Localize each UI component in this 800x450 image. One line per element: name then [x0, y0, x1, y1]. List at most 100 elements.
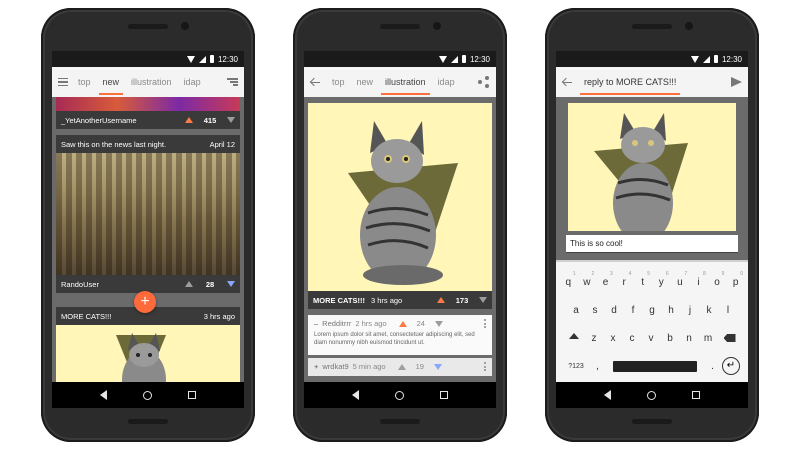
comment-username[interactable]: Redditrrr	[322, 319, 351, 328]
key-h[interactable]: h	[662, 305, 681, 316]
downvote-icon[interactable]	[227, 281, 235, 287]
key-d[interactable]: d	[605, 305, 624, 316]
comment-body: Lorem ipsum dolor sit amet, consectetuer…	[314, 332, 475, 346]
upvote-icon[interactable]	[185, 281, 193, 287]
recents-icon[interactable]	[188, 391, 196, 399]
upvote-icon[interactable]	[185, 117, 193, 123]
post-image[interactable]	[56, 97, 240, 111]
share-icon[interactable]	[478, 76, 490, 88]
key-o[interactable]: 9o	[708, 271, 727, 288]
downvote-icon[interactable]	[479, 297, 487, 303]
upvote-icon[interactable]	[437, 297, 445, 303]
upvote-icon[interactable]	[398, 320, 407, 327]
key-n[interactable]: n	[680, 333, 699, 344]
key-s[interactable]: s	[586, 305, 605, 316]
key-g[interactable]: g	[643, 305, 662, 316]
post-card[interactable]: Saw this on the news last night. April 1…	[56, 135, 240, 293]
phone-frame-1: 12:30 top new illustration idap _YetAnot…	[41, 8, 255, 442]
post-image[interactable]	[56, 325, 240, 382]
key-p[interactable]: 0p	[726, 271, 745, 288]
key-u[interactable]: 7u	[671, 271, 690, 288]
wifi-icon	[690, 55, 699, 63]
key-v[interactable]: v	[642, 333, 661, 344]
home-icon[interactable]	[395, 390, 404, 400]
menu-icon[interactable]	[58, 78, 68, 86]
status-bar: 12:30	[556, 51, 748, 67]
downvote-icon[interactable]	[434, 320, 443, 327]
back-arrow-icon[interactable]	[562, 77, 572, 87]
key-k[interactable]: k	[700, 305, 719, 316]
send-icon[interactable]	[731, 77, 742, 87]
key-l[interactable]: l	[719, 305, 738, 316]
key-i[interactable]: 8i	[689, 271, 708, 288]
status-time: 12:30	[721, 54, 742, 64]
post-image[interactable]	[56, 153, 240, 275]
tab-top[interactable]: top	[326, 67, 351, 97]
tab-new[interactable]: new	[97, 67, 126, 97]
collapse-icon[interactable]: –	[314, 319, 318, 328]
tab-new[interactable]: new	[351, 67, 380, 97]
screen-feed: 12:30 top new illustration idap _YetAnot…	[52, 51, 244, 408]
status-bar: 12:30	[52, 51, 244, 67]
more-icon[interactable]	[484, 319, 486, 328]
key-m[interactable]: m	[699, 333, 718, 344]
shift-key-icon[interactable]	[568, 333, 579, 339]
enter-key[interactable]: ↵	[722, 357, 740, 375]
home-icon[interactable]	[143, 390, 152, 400]
key-c[interactable]: c	[623, 333, 642, 344]
downvote-icon[interactable]	[227, 117, 235, 123]
back-icon[interactable]	[352, 390, 359, 400]
keyboard-row: z x c v b n m	[559, 324, 745, 352]
key-y[interactable]: 6y	[652, 271, 671, 288]
tab-illustration[interactable]: illustration	[125, 67, 178, 97]
app-bar: top new illustration idap	[304, 67, 496, 97]
back-icon[interactable]	[100, 390, 107, 400]
space-bar[interactable]	[613, 360, 697, 372]
post-card[interactable]: _YetAnotherUsername 415	[56, 97, 240, 129]
downvote-icon[interactable]	[433, 363, 442, 370]
upvote-icon[interactable]	[397, 363, 406, 370]
reply-input[interactable]: This is so cool!	[566, 235, 738, 253]
sort-icon[interactable]	[227, 78, 238, 86]
back-arrow-icon[interactable]	[310, 77, 320, 87]
comment-score: 24	[416, 319, 425, 328]
camera	[433, 22, 441, 30]
post-title[interactable]: Saw this on the news last night.	[61, 140, 166, 149]
key-j[interactable]: j	[681, 305, 700, 316]
tab-idap[interactable]: idap	[432, 67, 461, 97]
key-r[interactable]: 4r	[615, 271, 634, 288]
backspace-icon[interactable]	[723, 334, 736, 342]
post-title[interactable]: MORE CATS!!!	[61, 312, 111, 321]
period-key[interactable]: .	[703, 361, 722, 372]
key-w[interactable]: 2w	[578, 271, 597, 288]
key-z[interactable]: z	[585, 333, 604, 344]
home-icon[interactable]	[647, 390, 656, 400]
expand-icon[interactable]: +	[314, 362, 318, 371]
key-q[interactable]: 1q	[559, 271, 578, 288]
tab-top[interactable]: top	[72, 67, 97, 97]
recents-icon[interactable]	[440, 391, 448, 399]
comment[interactable]: + wrdkat9 5 min ago 19	[308, 358, 492, 376]
post-detail: MORE CATS!!! 3 hrs ago 173 – Redditrrr 2…	[304, 97, 496, 382]
comment-username[interactable]: wrdkat9	[322, 362, 348, 371]
post-image[interactable]	[308, 103, 492, 291]
key-a[interactable]: a	[567, 305, 586, 316]
post-username[interactable]: RandoUser	[61, 280, 99, 289]
tab-idap[interactable]: idap	[178, 67, 207, 97]
comment[interactable]: – Redditrrr 2 hrs ago 24 Lorem ipsum dol…	[308, 315, 492, 355]
back-icon[interactable]	[604, 390, 611, 400]
recents-icon[interactable]	[692, 391, 700, 399]
feed: _YetAnotherUsername 415 Saw this on the …	[52, 97, 244, 382]
symbols-key[interactable]: ?123	[564, 363, 588, 370]
add-post-button[interactable]: +	[134, 291, 156, 313]
comma-key[interactable]: ,	[588, 361, 607, 372]
tab-illustration[interactable]: illustration	[379, 67, 432, 97]
post-card[interactable]: MORE CATS!!! 3 hrs ago	[56, 307, 240, 382]
key-f[interactable]: f	[624, 305, 643, 316]
key-e[interactable]: 3e	[596, 271, 615, 288]
more-icon[interactable]	[484, 362, 486, 371]
key-b[interactable]: b	[661, 333, 680, 344]
key-x[interactable]: x	[604, 333, 623, 344]
key-t[interactable]: 5t	[633, 271, 652, 288]
post-username[interactable]: _YetAnotherUsername	[61, 116, 137, 125]
